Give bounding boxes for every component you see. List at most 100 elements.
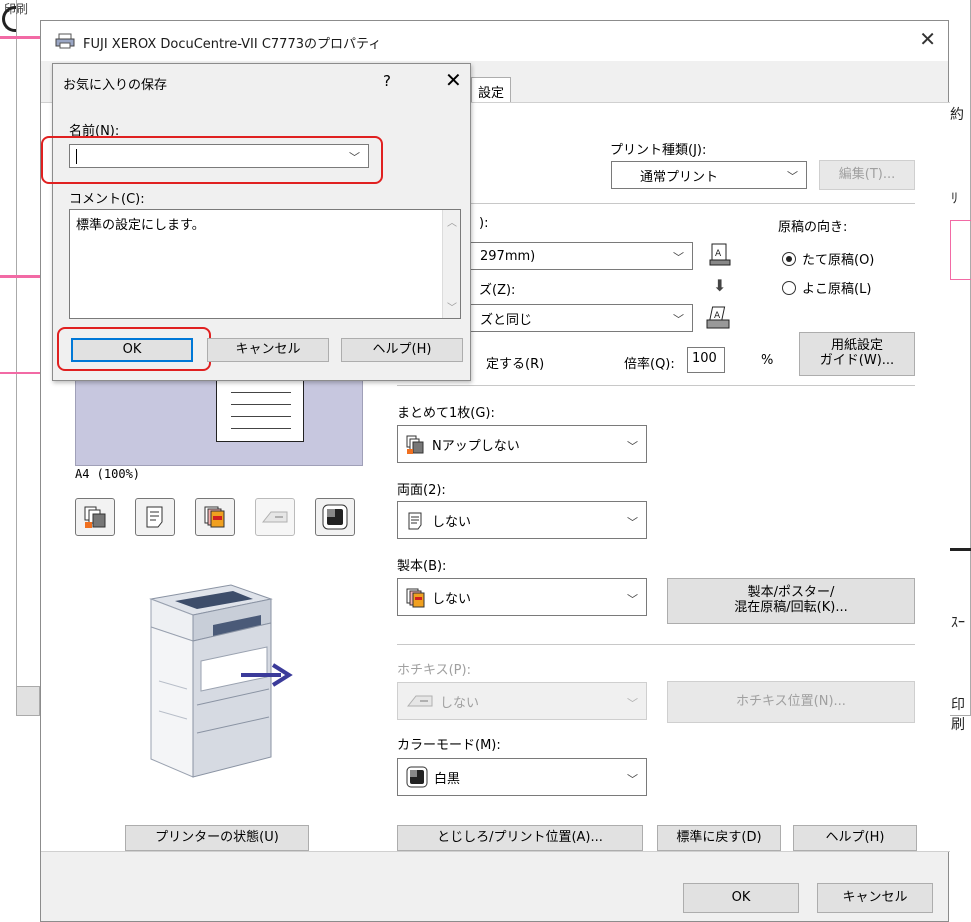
arrow-down-icon: ⬇ — [713, 276, 727, 295]
chevron-down-icon: ﹀ — [627, 773, 638, 786]
booklet-poster-button[interactable]: 製本/ポスター/ 混在原稿/回転(K)... — [667, 578, 915, 624]
comment-scrollbar[interactable]: ︿ ﹀ — [442, 210, 460, 318]
booklet-label: 製本(B): — [397, 559, 447, 574]
dialog-ok-button[interactable]: OK — [71, 338, 193, 362]
chevron-down-icon: ﹀ — [673, 251, 684, 264]
booklet-shortcut-icon[interactable] — [195, 498, 235, 536]
preview-caption: A4 (100%) — [75, 467, 141, 481]
dialog-title: お気に入りの保存 — [63, 78, 168, 93]
printer-icon — [55, 33, 75, 49]
background-label: ﾘ — [951, 191, 958, 207]
orientation-portrait-radio[interactable]: たて原稿(O) — [782, 249, 874, 268]
separator — [397, 385, 915, 386]
scale-label: 倍率(Q): — [624, 357, 675, 372]
nup-select[interactable]: Nアップしない ﹀ — [397, 425, 647, 463]
color-mode-label: カラーモード(M): — [397, 738, 501, 753]
comment-value: 標準の設定にします。 — [76, 218, 205, 233]
separator — [397, 644, 915, 645]
nup-label: まとめて1枚(G): — [397, 406, 495, 421]
save-favorite-dialog: お気に入りの保存 ? ✕ 名前(N): ﹀ コメント(C): 標準の設定にします… — [41, 63, 471, 381]
print-type-select[interactable]: 通常プリント ﹀ — [611, 161, 807, 189]
reset-default-button[interactable]: 標準に戻す(D) — [657, 825, 781, 851]
dialog-help-button[interactable]: ヘルプ(H) — [341, 338, 463, 362]
background-label: 約 — [950, 107, 964, 123]
booklet-value: しない — [432, 591, 472, 607]
radio-unselected-icon — [782, 280, 796, 295]
chevron-down-icon: ﹀ — [627, 593, 638, 606]
staple-label: ホチキス(P): — [397, 663, 471, 678]
chevron-down-icon: ﹀ — [627, 516, 638, 529]
printer-status-button[interactable]: プリンターの状態(U) — [125, 825, 309, 851]
print-type-value: 通常プリント — [640, 169, 719, 185]
close-icon[interactable]: ✕ — [445, 68, 462, 92]
preview-line — [231, 392, 291, 393]
svg-text:A: A — [715, 249, 722, 259]
nup-value: Nアップしない — [432, 438, 520, 454]
orientation-label: 原稿の向き: — [778, 220, 848, 235]
paper-guide-button[interactable]: 用紙設定 ガイド(W)... — [799, 332, 915, 376]
scale-unit: % — [761, 353, 774, 368]
booklet-select[interactable]: しない ﹀ — [397, 578, 647, 616]
scale-input[interactable]: 100 — [687, 347, 725, 373]
color-mode-shortcut-icon[interactable] — [315, 498, 355, 536]
ok-button[interactable]: OK — [683, 883, 799, 913]
scroll-up-icon[interactable]: ︿ — [447, 214, 457, 229]
comment-label: コメント(C): — [69, 192, 145, 207]
help-question-icon[interactable]: ? — [383, 72, 391, 90]
name-combobox[interactable]: ﹀ — [69, 144, 369, 168]
text-cursor — [76, 148, 77, 164]
background-pink-box — [950, 220, 971, 280]
cancel-button[interactable]: キャンセル — [817, 883, 933, 913]
preview-line — [231, 416, 291, 417]
duplex-value: しない — [432, 514, 472, 530]
paper-size-icon: A — [709, 243, 731, 267]
color-mode-select[interactable]: 白黒 ﹀ — [397, 758, 647, 796]
output-paper-icon: A — [705, 305, 731, 331]
black-white-icon — [406, 766, 428, 788]
orientation-landscape-label: よこ原稿(L) — [802, 282, 872, 297]
duplex-icon — [406, 511, 426, 530]
orientation-portrait-label: たて原稿(O) — [802, 253, 875, 268]
paper-size-label: ): — [479, 216, 489, 231]
duplex-select[interactable]: しない ﹀ — [397, 501, 647, 539]
chevron-down-icon: ﹀ — [349, 151, 360, 164]
color-mode-value: 白黒 — [434, 771, 461, 787]
binding-print-position-button[interactable]: とじしろ/プリント位置(A)... — [397, 825, 643, 851]
orientation-landscape-radio[interactable]: よこ原稿(L) — [782, 278, 871, 297]
output-size-value: ズと同じ — [480, 312, 533, 328]
nup-shortcut-icon[interactable] — [75, 498, 115, 536]
chevron-down-icon: ﹀ — [627, 440, 638, 453]
scale-checkbox-label[interactable]: 定する(R) — [486, 353, 544, 372]
print-type-label: プリント種類(J): — [610, 143, 707, 158]
nup-icon — [406, 435, 426, 454]
staple-icon — [406, 692, 434, 710]
dialog-cancel-button[interactable]: キャンセル — [207, 338, 329, 362]
chevron-down-icon: ﹀ — [627, 697, 638, 710]
chevron-down-icon: ﹀ — [787, 170, 798, 183]
duplex-shortcut-icon[interactable] — [135, 498, 175, 536]
booklet-icon — [406, 588, 426, 608]
comment-textarea[interactable]: 標準の設定にします。 ︿ ﹀ — [69, 209, 461, 319]
radio-selected-icon — [782, 251, 796, 266]
background-app-icon — [2, 6, 16, 32]
edit-button[interactable]: 編集(T)... — [819, 160, 915, 190]
duplex-label: 両面(2): — [397, 483, 446, 498]
background-label: ｽｰ — [951, 615, 965, 631]
output-size-label: ズ(Z): — [479, 283, 516, 298]
background-pink-line — [0, 36, 40, 39]
staple-select[interactable]: しない ﹀ — [397, 682, 647, 720]
paper-size-value: 297mm) — [480, 248, 536, 264]
scroll-down-icon[interactable]: ﹀ — [447, 299, 457, 314]
background-pink-line — [0, 275, 40, 278]
help-button[interactable]: ヘルプ(H) — [793, 825, 917, 851]
background-label: 印刷 — [951, 697, 965, 733]
staple-shortcut-icon[interactable] — [255, 498, 295, 536]
window-title: FUJI XEROX DocuCentre-VII C7773のプロパティ — [83, 37, 382, 52]
tab-settings[interactable]: 設定 — [471, 77, 512, 103]
chevron-down-icon: ﹀ — [673, 313, 684, 326]
close-icon[interactable]: ✕ — [919, 27, 936, 51]
staple-position-button[interactable]: ホチキス位置(N)... — [667, 681, 915, 723]
background-divider — [950, 548, 971, 551]
background-button — [16, 686, 40, 716]
staple-value: しない — [440, 695, 480, 711]
